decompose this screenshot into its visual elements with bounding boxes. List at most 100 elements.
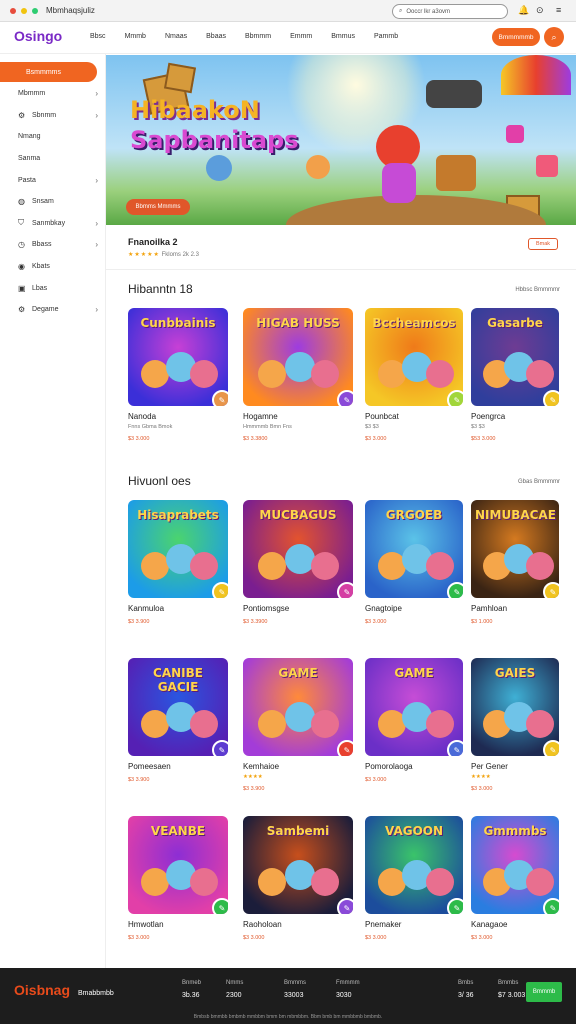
- sidebar-item-label: Mbmmm: [18, 90, 46, 98]
- nav-link[interactable]: Mmmb: [125, 33, 146, 40]
- card-name: Hmwotlan: [128, 920, 164, 929]
- game-thumbnail[interactable]: NIMUBACAE ✎: [471, 500, 559, 598]
- card-name: Kemhaioe: [243, 762, 280, 771]
- nav-link[interactable]: Nmaas: [165, 33, 187, 40]
- footer-column: Bmbs 3/ 36: [458, 980, 474, 999]
- game-thumbnail[interactable]: GAIES ✎: [471, 658, 559, 756]
- section-view-all-link[interactable]: Hbbsc Bmmmmr: [515, 287, 560, 293]
- sidebar-item[interactable]: Mbmmm ›: [4, 84, 98, 104]
- minimize-dot-icon[interactable]: [21, 7, 27, 14]
- game-thumbnail[interactable]: GAME ✎: [243, 658, 353, 756]
- sidebar-item[interactable]: ⛉ Sanmbkay ›: [4, 213, 98, 233]
- close-dot-icon[interactable]: [10, 7, 16, 14]
- sidebar-item[interactable]: Sanma: [4, 148, 98, 168]
- game-card[interactable]: Hisaprabets ✎ Kanmuloa $3 3.900: [128, 500, 228, 625]
- game-card[interactable]: Sambemi ✎ Raoholoan $3 3.000: [243, 816, 353, 941]
- sidebar-item[interactable]: Nmang: [4, 127, 98, 147]
- game-thumbnail[interactable]: Gasarbe ✎: [471, 308, 559, 406]
- play-badge-icon[interactable]: ✎: [543, 582, 559, 598]
- hero-cta-button[interactable]: Bbmms Mmmms: [126, 199, 190, 215]
- maximize-dot-icon[interactable]: [32, 7, 38, 14]
- play-badge-icon[interactable]: ✎: [447, 390, 463, 406]
- nav-search-button[interactable]: ⌕: [544, 27, 564, 47]
- game-thumbnail[interactable]: CANIBE GACIE ✎: [128, 658, 228, 756]
- game-thumbnail[interactable]: GRGOEB ✎: [365, 500, 463, 598]
- play-badge-icon[interactable]: ✎: [447, 898, 463, 914]
- nav-link[interactable]: Bbsc: [90, 33, 106, 40]
- menu-icon[interactable]: ≡: [556, 5, 561, 15]
- play-badge-icon[interactable]: ✎: [212, 390, 228, 406]
- game-card[interactable]: Gasarbe ✎ Poengrca $3 $3 $53 3.000: [471, 308, 559, 442]
- game-card[interactable]: GAIES ✎ Per Gener ★★★★ $3 3.000: [471, 658, 559, 792]
- game-thumbnail[interactable]: Cunbbainis ✎: [128, 308, 228, 406]
- game-card[interactable]: Cunbbainis ✎ Nanoda Fnns Gbma Bmok $3 3.000: [128, 308, 228, 442]
- hero-banner[interactable]: HibaakoN Sapbanitaps Bbmms Mmmms: [106, 55, 576, 225]
- game-card[interactable]: GAME ✎ Kemhaioe ★★★★ $3 3.900: [243, 658, 353, 792]
- nav-link[interactable]: Bbaas: [206, 33, 226, 40]
- game-card[interactable]: Gmmmbs ✎ Kanagaoe $3 3.000: [471, 816, 559, 941]
- play-badge-icon[interactable]: ✎: [212, 582, 228, 598]
- game-thumbnail[interactable]: Hisaprabets ✎: [128, 500, 228, 598]
- nav-link[interactable]: Emmm: [290, 33, 312, 40]
- play-badge-icon[interactable]: ✎: [543, 390, 559, 406]
- play-badge-icon[interactable]: ✎: [337, 740, 353, 756]
- nav-cta-button[interactable]: Bmmmmmb: [492, 28, 540, 46]
- sidebar-item[interactable]: Bsmmmms: [0, 62, 97, 82]
- game-card[interactable]: Bccheamcos ✎ Pounbcat $3 $3 $3 3.000: [365, 308, 463, 442]
- game-card[interactable]: NIMUBACAE ✎ Pamhloan $3 1.000: [471, 500, 559, 625]
- sidebar-item[interactable]: ◷ Bbass ›: [4, 235, 98, 255]
- featured-pill[interactable]: Bmak: [528, 238, 558, 250]
- image-icon: ▣: [18, 283, 26, 293]
- game-thumbnail[interactable]: Bccheamcos ✎: [365, 308, 463, 406]
- section-view-all-link[interactable]: Gbas Bmmmmr: [518, 479, 560, 485]
- hero-title: HibaakoN Sapbanitaps: [130, 96, 299, 154]
- nav-links: Bbsc Mmmb Nmaas Bbaas Bbmmm Emmm Bmmus P…: [90, 33, 417, 40]
- game-thumbnail[interactable]: HIGAB HUSS ✎: [243, 308, 353, 406]
- play-badge-icon[interactable]: ✎: [337, 898, 353, 914]
- browser-title: Mbmhaqsjuliz: [46, 6, 95, 15]
- footer-copyright: Bmbsb bmmbb bmbmb mmbbm bmm bm mbmbbm. B…: [193, 1014, 383, 1020]
- sidebar-item[interactable]: ⚙ Degame ›: [4, 300, 98, 320]
- game-thumbnail[interactable]: Gmmmbs ✎: [471, 816, 559, 914]
- browser-search-input[interactable]: ⌕ Ooccr lkr a3ovm: [392, 4, 508, 19]
- nav-link[interactable]: Pammb: [374, 33, 398, 40]
- game-thumbnail[interactable]: VEANBE ✎: [128, 816, 228, 914]
- play-badge-icon[interactable]: ✎: [337, 582, 353, 598]
- cartoon-character: [525, 868, 554, 896]
- nav-link[interactable]: Bmmus: [331, 33, 355, 40]
- play-badge-icon[interactable]: ✎: [447, 740, 463, 756]
- sidebar-item[interactable]: ▣ Lbas: [4, 278, 98, 298]
- play-badge-icon[interactable]: ✎: [212, 740, 228, 756]
- play-badge-icon[interactable]: ✎: [447, 582, 463, 598]
- footer-logo[interactable]: Oisbnag: [14, 982, 70, 998]
- footer: Oisbnag Bmabbmbb Bnmeb 3b.36 Nmms 2300 Bmmms…: [0, 968, 576, 1024]
- game-card[interactable]: VAGOON ✎ Pnemaker $3 3.000: [365, 816, 463, 941]
- game-card[interactable]: GAME ✎ Pomorolaoga $3 3.000: [365, 658, 463, 783]
- play-badge-icon[interactable]: ✎: [543, 898, 559, 914]
- sidebar-item[interactable]: ◍ Snsam: [4, 192, 98, 212]
- game-thumbnail[interactable]: GAME ✎: [365, 658, 463, 756]
- card-price: $3 3.000: [365, 436, 387, 442]
- nav-link[interactable]: Bbmmm: [245, 33, 271, 40]
- sidebar-item[interactable]: Pasta ›: [4, 170, 98, 190]
- game-card[interactable]: VEANBE ✎ Hmwotlan $3 3.000: [128, 816, 228, 941]
- game-thumbnail[interactable]: Sambemi ✎: [243, 816, 353, 914]
- card-name: Pounbcat: [365, 412, 399, 421]
- footer-button[interactable]: Bmmmb: [526, 982, 562, 1002]
- bell-icon[interactable]: 🔔: [518, 5, 529, 16]
- game-card[interactable]: HIGAB HUSS ✎ Hogamne Hmmmmb Bmn Fns $3 3.380…: [243, 308, 353, 442]
- play-badge-icon[interactable]: ✎: [212, 898, 228, 914]
- game-card[interactable]: GRGOEB ✎ Gnagtoipe $3 3.000: [365, 500, 463, 625]
- play-badge-icon[interactable]: ✎: [337, 390, 353, 406]
- site-logo[interactable]: Osingo: [14, 28, 62, 44]
- footer-col-heading: Bmbs: [458, 980, 474, 986]
- user-icon[interactable]: ⊙: [536, 5, 544, 16]
- play-badge-icon[interactable]: ✎: [543, 740, 559, 756]
- game-card[interactable]: MUCBAGUS ✎ Pontiomsgse $3 3.3900: [243, 500, 353, 625]
- game-card[interactable]: CANIBE GACIE ✎ Pomeesaen $3 3.900: [128, 658, 228, 783]
- sidebar-item[interactable]: ◉ Kbats: [4, 256, 98, 276]
- sidebar-item[interactable]: ⚙ Sbnmm ›: [4, 105, 98, 125]
- game-thumbnail[interactable]: MUCBAGUS ✎: [243, 500, 353, 598]
- chevron-right-icon: ›: [95, 175, 98, 185]
- game-thumbnail[interactable]: VAGOON ✎: [365, 816, 463, 914]
